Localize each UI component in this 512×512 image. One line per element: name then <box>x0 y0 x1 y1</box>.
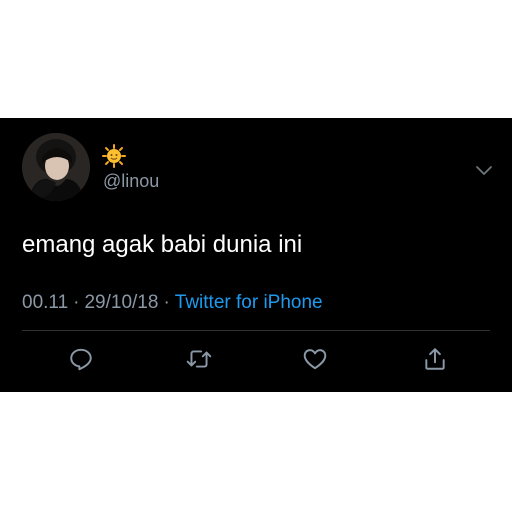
screenshot-page: @linou emang agak babi dunia ini 00.11 · 2… <box>0 0 512 512</box>
avatar-photo <box>22 133 90 201</box>
user-handle[interactable]: @linou <box>103 170 159 192</box>
meta-separator: · <box>163 292 170 313</box>
tweet-text: emang agak babi dunia ini <box>22 231 303 258</box>
tweet-meta: 00.11 · 29/10/18 · Twitter for iPhone <box>22 291 323 315</box>
tweet-date: 29/10/18 <box>84 292 159 313</box>
sun-emoji-icon <box>102 144 126 168</box>
retweet-icon <box>186 350 212 368</box>
reply-button[interactable] <box>66 344 96 374</box>
tweet-source-link[interactable]: Twitter for iPhone <box>175 292 323 313</box>
share-icon <box>425 348 445 370</box>
reply-icon <box>70 348 92 371</box>
divider <box>22 330 490 331</box>
chevron-down-icon[interactable] <box>474 162 494 178</box>
action-bar <box>0 344 512 374</box>
tweet-card: @linou emang agak babi dunia ini 00.11 · 2… <box>0 118 512 392</box>
share-button[interactable] <box>420 344 450 374</box>
retweet-button[interactable] <box>184 344 214 374</box>
like-icon <box>303 349 327 370</box>
meta-separator: · <box>73 292 80 313</box>
tweet-time: 00.11 <box>22 292 69 313</box>
avatar[interactable] <box>22 133 90 201</box>
like-button[interactable] <box>300 344 330 374</box>
